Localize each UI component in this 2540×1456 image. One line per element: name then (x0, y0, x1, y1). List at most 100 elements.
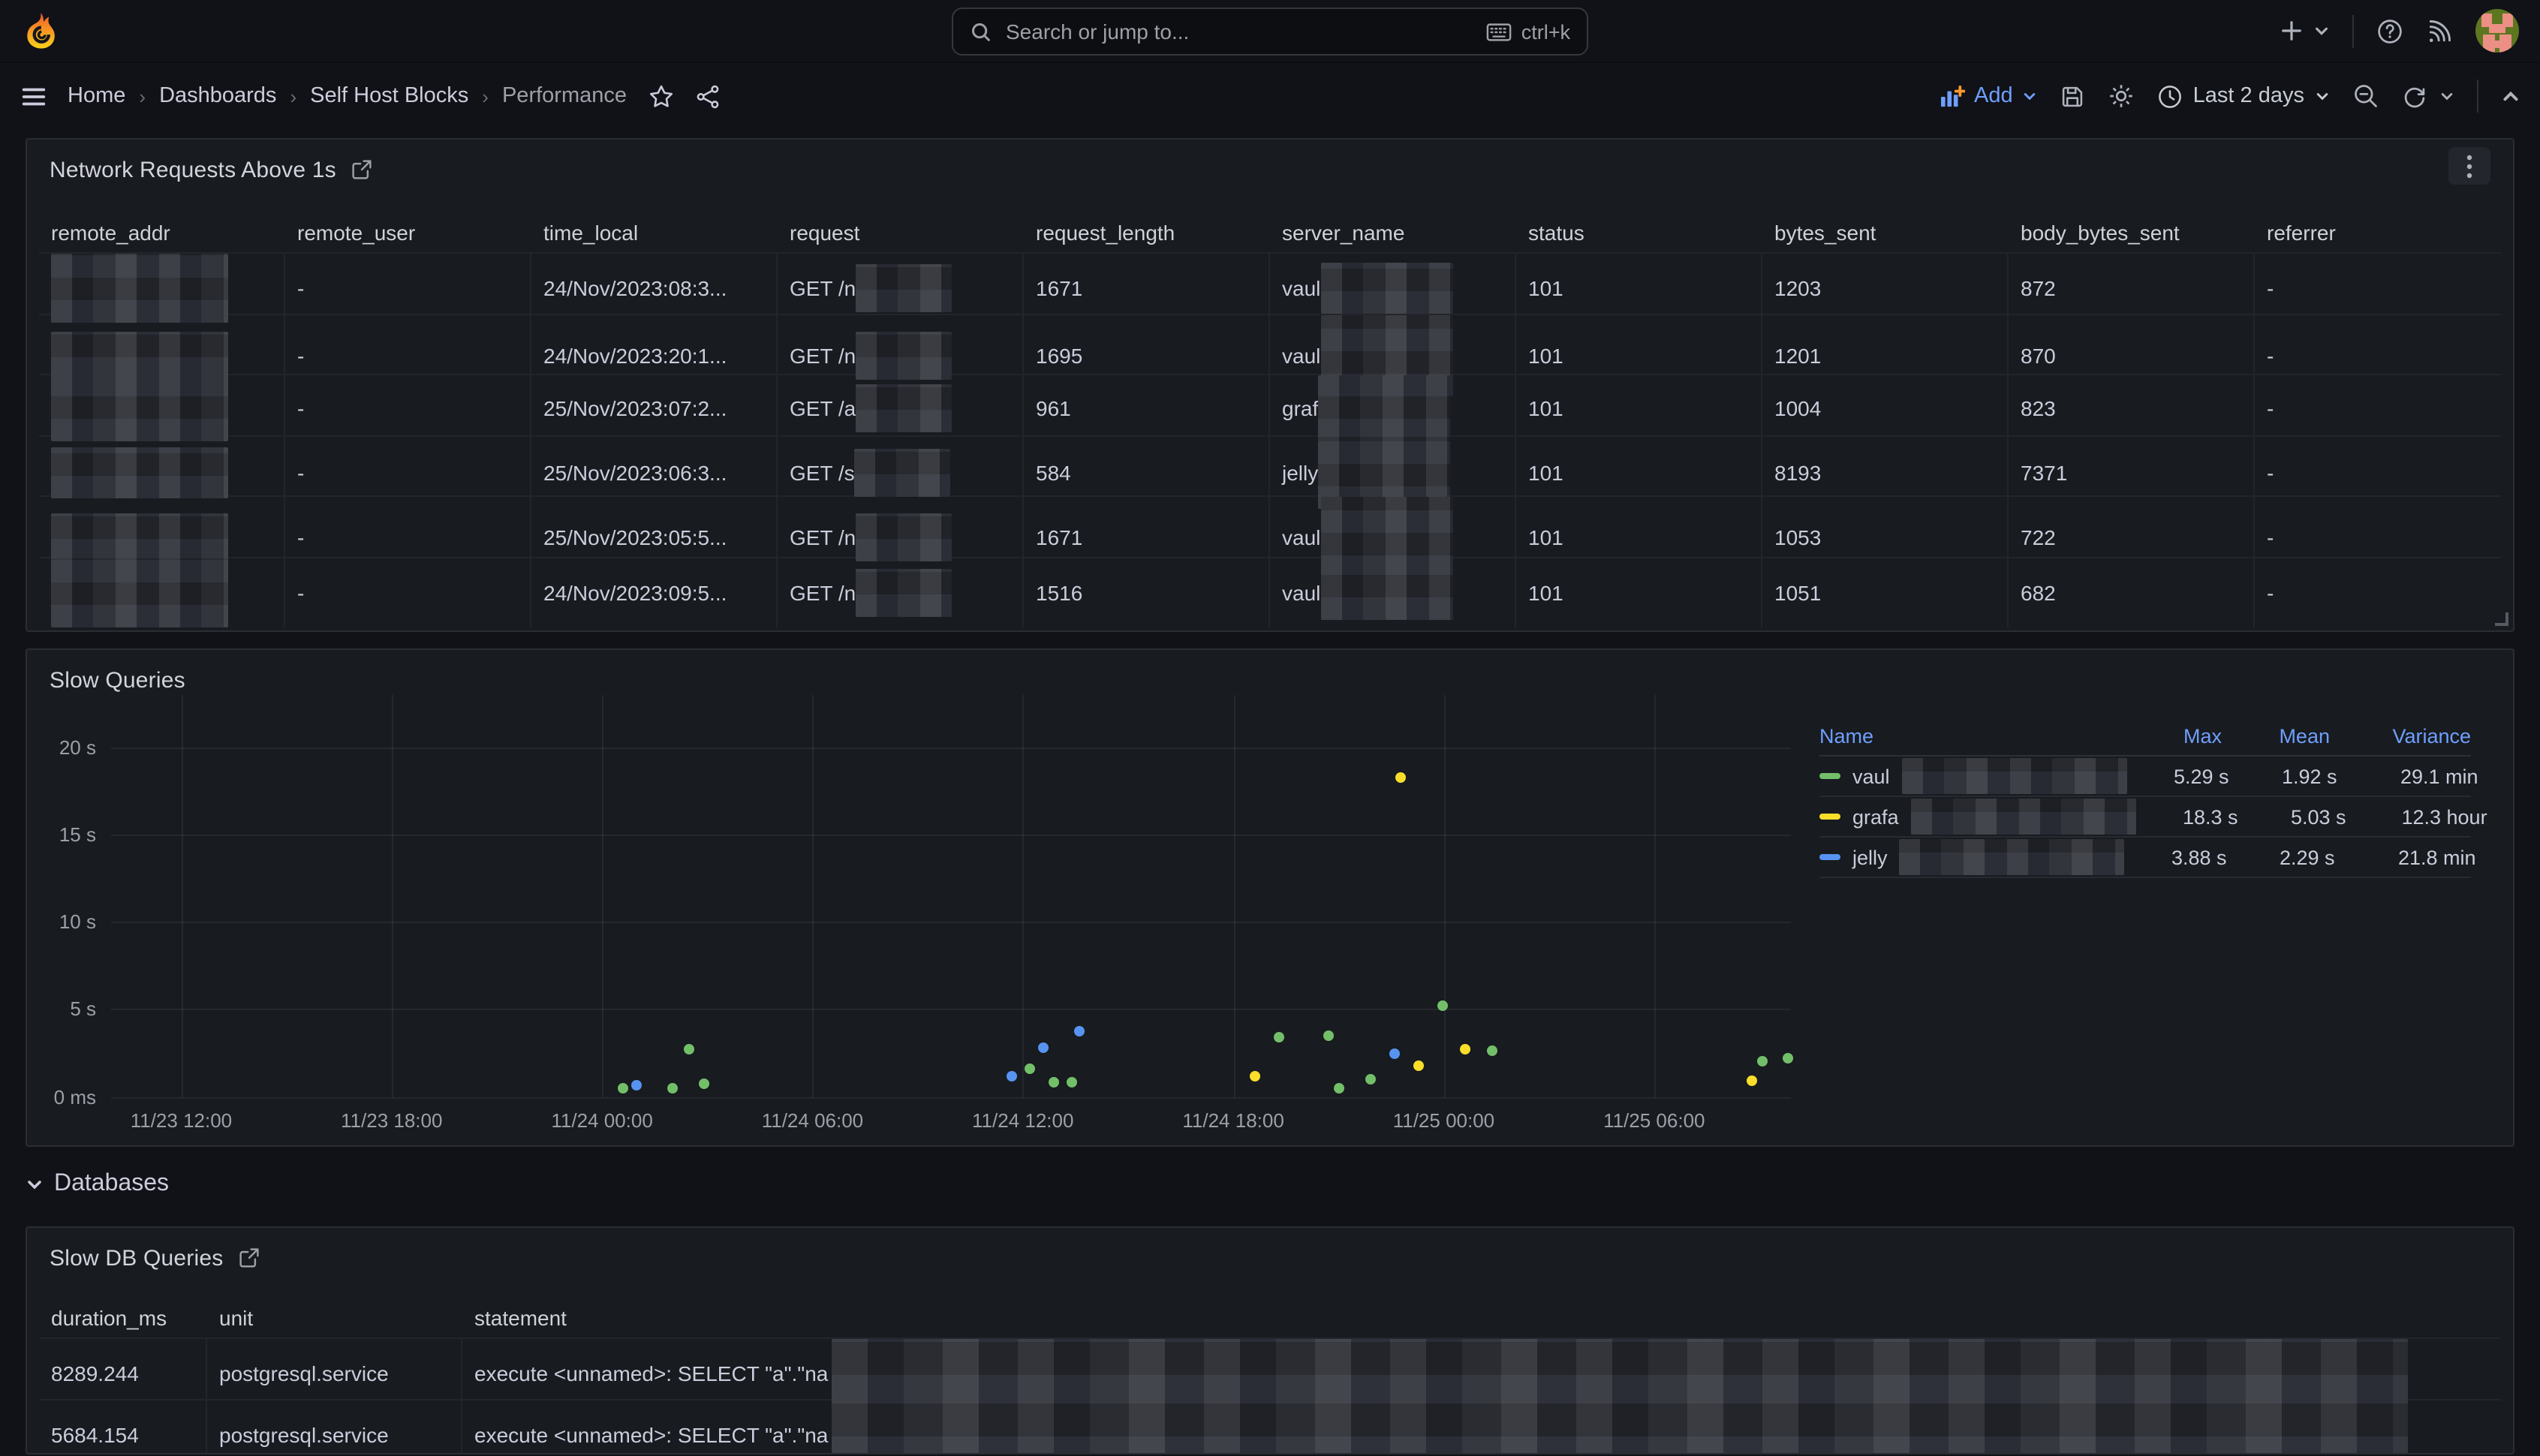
menu-toggle-icon[interactable] (20, 82, 48, 110)
dashboard-settings-icon[interactable] (2108, 83, 2135, 110)
x-axis-tick-label: 11/23 12:00 (131, 1109, 232, 1132)
request-prefix: GET /n (790, 580, 856, 604)
table-cell: - (285, 254, 531, 323)
search-input[interactable] (1006, 20, 1473, 44)
column-header[interactable]: time_local (531, 220, 778, 244)
redacted-text (1902, 758, 2127, 794)
refresh-icon (2402, 83, 2427, 109)
legend-stat-value: 29.1 min (2337, 765, 2478, 787)
table-cell: - (2255, 375, 2501, 441)
scatter-plot[interactable] (111, 725, 1791, 1097)
gridline-horizontal (111, 748, 1791, 749)
star-icon[interactable] (648, 83, 673, 109)
share-icon[interactable] (694, 83, 720, 109)
column-header[interactable]: body_bytes_sent (2009, 220, 2255, 244)
column-header[interactable]: bytes_sent (1762, 220, 2009, 244)
table-cell: 24/Nov/2023:08:3... (531, 254, 778, 323)
table-cell: vaul (1270, 558, 1516, 627)
scatter-point (1459, 1044, 1470, 1054)
redacted-text (51, 513, 228, 561)
time-range-picker[interactable]: Last 2 days (2157, 83, 2330, 109)
scatter-point (1323, 1030, 1333, 1041)
scatter-point (632, 1080, 643, 1090)
request-prefix: GET /n (790, 343, 856, 367)
gridline-vertical (1654, 695, 1656, 1097)
search-bar[interactable]: ctrl+k (952, 8, 1588, 56)
gridline-vertical (812, 695, 814, 1097)
collapse-toolbar-icon[interactable] (2501, 86, 2520, 106)
panel-title[interactable]: Slow Queries (50, 667, 185, 693)
table-cell: 101 (1516, 254, 1762, 323)
breadcrumb-item[interactable]: Home (68, 84, 125, 108)
keyboard-icon (1487, 22, 1512, 41)
new-dropdown-button[interactable] (2280, 20, 2330, 42)
legend-column-header[interactable]: Variance (2330, 724, 2471, 747)
table-cell: vaul (1270, 254, 1516, 323)
legend-stat-value: 3.88 s (2125, 846, 2227, 868)
column-header[interactable]: unit (207, 1305, 462, 1329)
legend-stat-value: 5.29 s (2127, 765, 2229, 787)
redacted-text (831, 1339, 2407, 1408)
server-name-prefix: graf (1282, 396, 1318, 420)
user-avatar[interactable] (2475, 9, 2519, 53)
breadcrumb-item[interactable]: Dashboards (159, 84, 276, 108)
column-header[interactable]: server_name (1270, 220, 1516, 244)
panel-menu-kebab[interactable] (2448, 147, 2490, 185)
news-icon[interactable] (2426, 17, 2453, 44)
legend-column-header[interactable]: Name (1819, 724, 2120, 747)
refresh-button[interactable] (2402, 83, 2454, 109)
column-header[interactable]: duration_ms (39, 1305, 207, 1329)
column-header[interactable]: remote_addr (39, 220, 285, 244)
scatter-point (1758, 1057, 1768, 1067)
request-prefix: GET /n (790, 276, 856, 300)
add-button[interactable]: Add (1940, 84, 2037, 108)
divider (2477, 80, 2478, 113)
redacted-text (1900, 839, 2125, 875)
legend-row: vaul5.29 s1.92 s29.1 min (1819, 757, 2471, 797)
column-header[interactable]: request_length (1024, 220, 1270, 244)
table-cell: 1671 (1024, 254, 1270, 323)
breadcrumb-item[interactable]: Self Host Blocks (310, 84, 468, 108)
server-name-prefix: jelly (1282, 460, 1318, 484)
legend-series-swatch[interactable] (1819, 854, 1840, 860)
column-header[interactable]: request (778, 220, 1024, 244)
external-link-icon[interactable] (238, 1247, 259, 1268)
legend-column-header[interactable]: Max (2120, 724, 2222, 747)
external-link-icon[interactable] (351, 159, 372, 180)
save-dashboard-icon[interactable] (2060, 83, 2085, 109)
legend-series-name[interactable]: vaul (1819, 758, 2127, 794)
legend-series-swatch[interactable] (1819, 773, 1840, 779)
column-header[interactable]: status (1516, 220, 1762, 244)
table-cell: 823 (2009, 375, 2255, 441)
help-icon[interactable] (2376, 17, 2403, 44)
y-axis-tick-label: 10 s (27, 911, 96, 934)
legend-series-swatch[interactable] (1819, 814, 1840, 820)
keyboard-shortcut: ctrl+k (1487, 20, 1570, 43)
panel-title[interactable]: Slow DB Queries (50, 1245, 223, 1271)
scatter-point (1025, 1063, 1035, 1074)
databases-section-header[interactable]: Databases (26, 1171, 169, 1198)
legend-column-header[interactable]: Mean (2222, 724, 2330, 747)
column-header[interactable]: statement (462, 1305, 2501, 1329)
table-row: 8289.244postgresql.serviceexecute <unnam… (39, 1337, 2501, 1398)
legend-series-name[interactable]: grafa (1819, 799, 2136, 835)
x-axis-tick-label: 11/25 06:00 (1603, 1109, 1705, 1132)
column-header[interactable]: referrer (2255, 220, 2501, 244)
redacted-text (856, 331, 952, 379)
zoom-out-icon[interactable] (2352, 83, 2379, 110)
panel-resize-handle[interactable] (2495, 612, 2508, 626)
grafana-app: ctrl+k (0, 0, 2540, 1456)
scatter-point (1389, 1048, 1400, 1059)
column-header[interactable]: remote_user (285, 220, 531, 244)
y-axis-tick-label: 15 s (27, 823, 96, 846)
breadcrumb-item[interactable]: Performance (502, 84, 627, 108)
table-cell (39, 375, 285, 441)
scatter-point (1049, 1077, 1060, 1087)
legend-series-name[interactable]: jelly (1819, 839, 2125, 875)
panel-slow-db-queries: Slow DB Queries duration_msunitstatement… (26, 1226, 2514, 1454)
panel-title[interactable]: Network Requests Above 1s (50, 157, 336, 182)
grafana-logo[interactable] (21, 11, 59, 50)
scatter-point (699, 1078, 709, 1089)
scatter-point (1747, 1075, 1758, 1086)
legend-stat-value: 12.3 hour (2346, 805, 2487, 828)
